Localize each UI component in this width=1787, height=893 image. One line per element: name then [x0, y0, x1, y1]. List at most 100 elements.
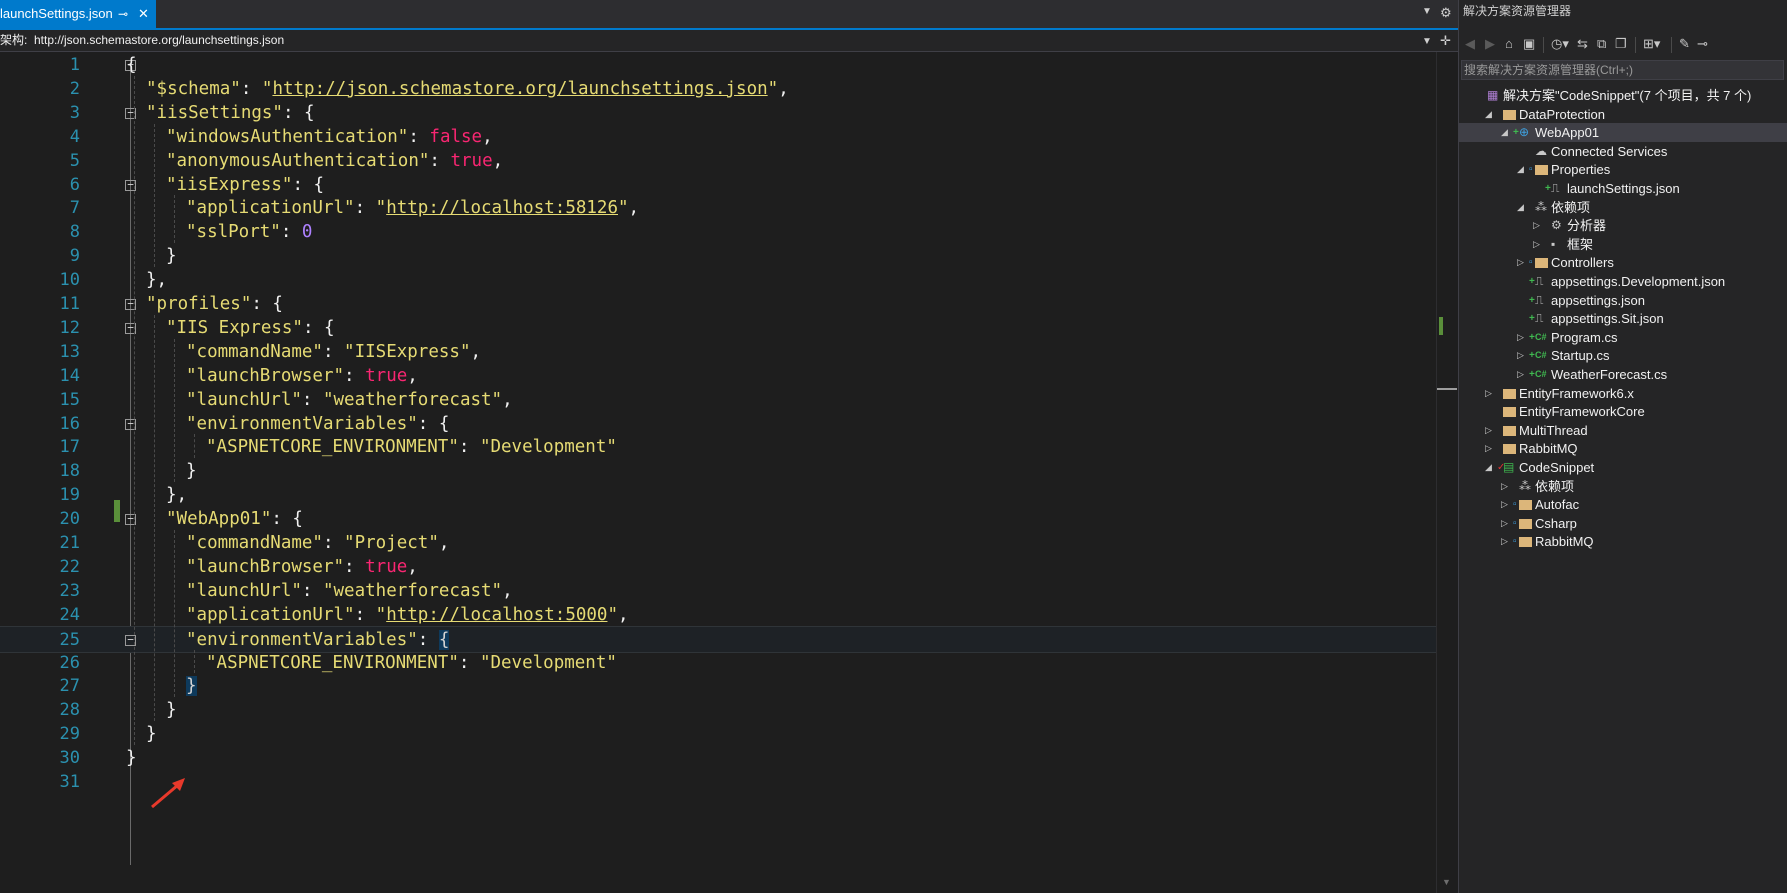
code-token: :	[429, 150, 451, 171]
code-token: "weatherforecast"	[322, 389, 503, 410]
expanded-arrow-icon[interactable]: ◢	[1517, 160, 1524, 179]
collapse-all-icon[interactable]: ⧉	[1597, 36, 1606, 52]
added-badge-icon: +	[1545, 183, 1551, 194]
switch-views-icon[interactable]: ▣	[1523, 36, 1535, 52]
expanded-arrow-icon[interactable]: ◢	[1485, 105, 1492, 124]
split-icon[interactable]: ✛	[1440, 30, 1451, 51]
gear-icon[interactable]: ⚙	[1440, 5, 1452, 21]
collapsed-arrow-icon[interactable]: ▷	[1485, 421, 1492, 440]
pending-changes-icon[interactable]: ◷▾	[1551, 36, 1569, 52]
url-link[interactable]: http://json.schemastore.org/launchsettin…	[272, 79, 767, 99]
expanded-arrow-icon[interactable]: ◢	[1485, 458, 1492, 477]
tree-item[interactable]: ▷ ▫ Controllers	[1459, 253, 1787, 272]
code-token: :	[354, 198, 376, 219]
tree-item-label: Properties	[1551, 162, 1611, 178]
collapsed-arrow-icon[interactable]: ▷	[1485, 439, 1492, 458]
tree-item[interactable]: ▷ MultiThread	[1459, 421, 1787, 440]
tree-item[interactable]: + ⎍ appsettings.Development.json	[1459, 272, 1787, 291]
code-area[interactable]: 1−{2 "$schema": "http://json.schemastore.…	[0, 52, 1436, 893]
tree-item[interactable]: + ⎍ appsettings.json	[1459, 291, 1787, 310]
code-token: "Development"	[479, 652, 617, 673]
tree-item-label: appsettings.json	[1551, 292, 1645, 308]
pin-icon[interactable]: ⊸	[118, 0, 128, 28]
tree-item[interactable]: ▷ ▫ RabbitMQ	[1459, 532, 1787, 551]
tree-item[interactable]: ☁ Connected Services	[1459, 142, 1787, 161]
code-line[interactable]: 31	[0, 769, 1436, 796]
tree-item-label: 依赖项	[1535, 478, 1575, 494]
expanded-arrow-icon[interactable]: ◢	[1501, 123, 1508, 142]
collapsed-arrow-icon[interactable]: ▷	[1501, 514, 1508, 533]
collapsed-arrow-icon[interactable]: ▷	[1533, 235, 1540, 254]
tree-item[interactable]: ▷ ▫ Autofac	[1459, 495, 1787, 514]
scroll-down-icon[interactable]: ▼	[1442, 877, 1451, 887]
collapsed-arrow-icon[interactable]: ▷	[1501, 532, 1508, 551]
tab-dropdown-icon[interactable]: ▼	[1422, 6, 1432, 17]
code-token: true	[365, 556, 408, 577]
code-token: "Development"	[479, 437, 617, 458]
solution-search-input[interactable]: 搜索解决方案资源管理器(Ctrl+;)	[1461, 60, 1784, 80]
collapsed-arrow-icon[interactable]: ▷	[1485, 384, 1492, 403]
solution-explorer-title: 解决方案资源管理器	[1463, 4, 1572, 18]
collapsed-arrow-icon[interactable]: ▷	[1501, 477, 1508, 496]
vertical-scrollbar[interactable]: ▼	[1436, 52, 1458, 893]
framework-icon: ▪	[1551, 236, 1556, 251]
code-token: :	[408, 126, 430, 147]
lock-badge-icon: ▫	[1513, 499, 1517, 511]
tree-item[interactable]: ◢ ✓ ▤ CodeSnippet	[1459, 458, 1787, 477]
tree-item[interactable]: ◢ DataProtection	[1459, 105, 1787, 124]
collapsed-arrow-icon[interactable]: ▷	[1517, 365, 1524, 384]
expanded-arrow-icon[interactable]: ◢	[1517, 198, 1524, 217]
pin-panel-icon[interactable]: ⊸	[1697, 36, 1708, 52]
tree-item[interactable]: ▷ ▪ 框架	[1459, 235, 1787, 254]
collapsed-arrow-icon[interactable]: ▷	[1517, 346, 1524, 365]
url-link[interactable]: http://localhost:58126	[386, 198, 618, 218]
back-icon[interactable]: ◀	[1465, 36, 1475, 52]
schema-dropdown-icon[interactable]: ▼	[1422, 31, 1432, 52]
code-token: "ASPNETCORE_ENVIRONMENT"	[206, 437, 459, 458]
tree-item[interactable]: ▷ + C# WeatherForecast.cs	[1459, 365, 1787, 384]
properties-wrench-icon[interactable]: ✎	[1679, 36, 1690, 52]
home-icon[interactable]: ⌂	[1505, 36, 1513, 51]
tree-item[interactable]: ▷ + C# Startup.cs	[1459, 346, 1787, 365]
tree-item-label: 依赖项	[1551, 199, 1591, 215]
code-editor[interactable]: launchSettings.json ⊸ ✕ ▼ ⚙ 架构: http://j…	[0, 0, 1458, 893]
collapsed-arrow-icon[interactable]: ▷	[1517, 253, 1524, 272]
url-link[interactable]: http://localhost:5000	[386, 605, 607, 625]
schema-label: 架构:	[0, 33, 28, 47]
tree-item-label: WebApp01	[1535, 125, 1600, 141]
code-token: {	[126, 55, 137, 75]
schema-value[interactable]: http://json.schemastore.org/launchsettin…	[34, 30, 284, 51]
tree-item[interactable]: ▷ ⁂ 依赖项	[1459, 477, 1787, 496]
tree-item[interactable]: ▷ + C# Program.cs	[1459, 328, 1787, 347]
added-badge-icon: +	[1529, 276, 1535, 287]
collapsed-arrow-icon[interactable]: ▷	[1533, 216, 1540, 235]
tree-item[interactable]: ◢ ▫ Properties	[1459, 160, 1787, 179]
added-badge-icon: +	[1529, 313, 1535, 325]
schema-bar[interactable]: 架构: http://json.schemastore.org/launchse…	[0, 30, 1458, 52]
forward-icon[interactable]: ▶	[1485, 36, 1495, 52]
show-all-files-icon[interactable]: ❐	[1615, 36, 1627, 52]
preview-icon[interactable]: ⊞▾	[1643, 36, 1660, 52]
csharp-file-icon: C#	[1535, 369, 1547, 379]
tree-item[interactable]: EntityFrameworkCore	[1459, 402, 1787, 421]
lock-badge-icon: ▫	[1529, 257, 1533, 269]
tree-item[interactable]: ▷ ▫ Csharp	[1459, 514, 1787, 533]
tab-launchsettings-json[interactable]: launchSettings.json ⊸ ✕	[0, 0, 156, 28]
sync-icon[interactable]: ⇆	[1577, 36, 1588, 52]
tree-item[interactable]: ◢ + ⊕ WebApp01	[1459, 123, 1787, 143]
tree-item[interactable]: ▦ 解决方案"CodeSnippet"(7 个项目，共 7 个)	[1459, 86, 1787, 105]
close-icon[interactable]: ✕	[138, 0, 149, 28]
tree-item[interactable]: + ⎍ appsettings.Sit.json	[1459, 309, 1787, 328]
solution-explorer-toolbar: ◀ ▶ ⌂ ▣ ◷▾ ⇆ ⧉ ❐ ⊞▾ ✎ ⊸	[1459, 32, 1787, 58]
tree-item[interactable]: ▷ RabbitMQ	[1459, 439, 1787, 458]
tree-item[interactable]: ▷ ⚙ 分析器	[1459, 216, 1787, 235]
tree-item[interactable]: ◢ ⁂ 依赖项	[1459, 198, 1787, 217]
code-token: "windowsAuthentication"	[166, 126, 409, 147]
code-token: },	[166, 485, 188, 506]
tree-item[interactable]: + ⎍ launchSettings.json	[1459, 179, 1787, 198]
tree-item[interactable]: ▷ EntityFramework6.x	[1459, 384, 1787, 403]
collapsed-arrow-icon[interactable]: ▷	[1501, 495, 1508, 514]
collapsed-arrow-icon[interactable]: ▷	[1517, 328, 1524, 347]
code-token: "sslPort"	[186, 222, 281, 243]
code-token: 0	[301, 222, 313, 243]
